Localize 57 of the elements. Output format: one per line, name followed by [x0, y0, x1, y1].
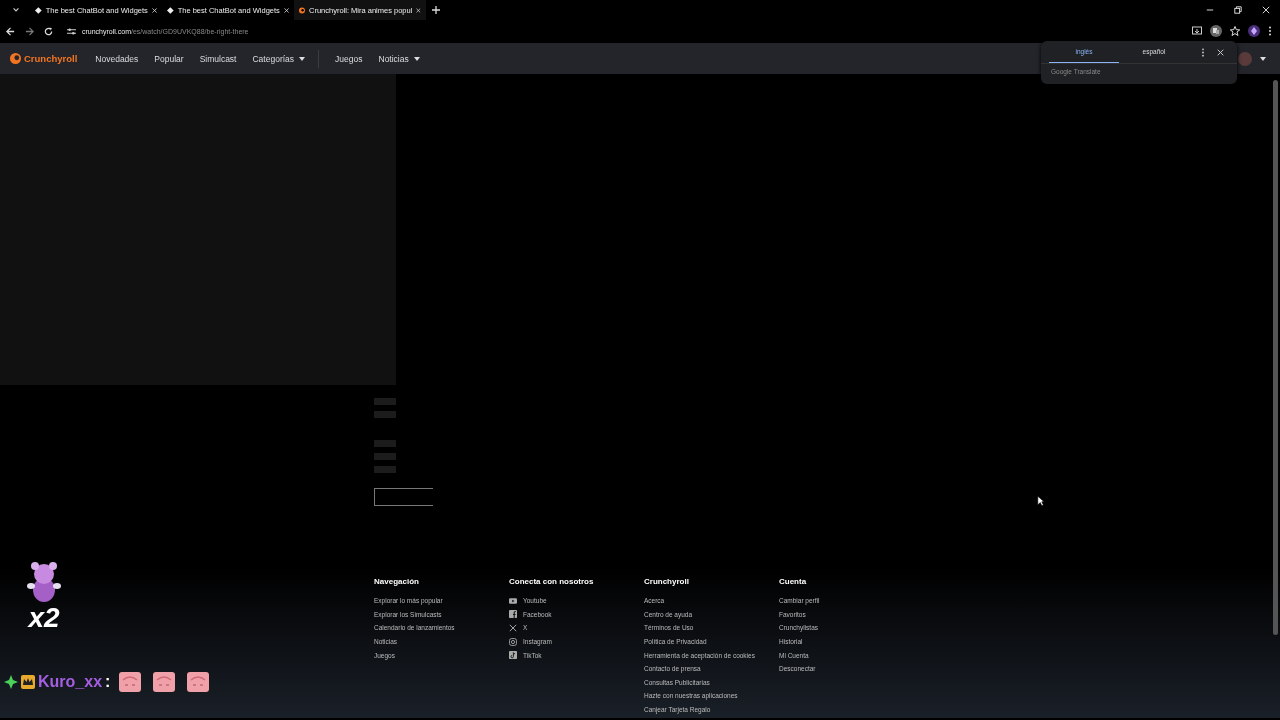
camera-icon	[509, 637, 517, 646]
close-icon[interactable]	[1262, 6, 1270, 14]
close-icon[interactable]	[416, 6, 421, 14]
sticker-drawing	[24, 560, 64, 604]
emote-icon	[187, 672, 210, 692]
diamond-icon	[35, 5, 42, 15]
minimize-icon[interactable]	[1206, 6, 1214, 14]
cursor-icon	[1037, 495, 1045, 507]
column-heading: Navegación	[374, 577, 420, 586]
loading-placeholder	[374, 488, 433, 506]
back-icon[interactable]	[6, 26, 15, 36]
chat-separator: :	[105, 673, 111, 691]
nav-link[interactable]: Noticias	[378, 53, 420, 64]
nav-link[interactable]: Popular	[154, 53, 184, 64]
nav-link[interactable]: Simulcast	[199, 53, 237, 64]
plus-icon[interactable]	[432, 6, 440, 14]
multiplier-text: x2	[28, 604, 60, 632]
note-icon	[509, 651, 517, 660]
close-icon[interactable]	[151, 6, 157, 14]
tune-icon[interactable]	[67, 26, 76, 36]
close-icon[interactable]	[1217, 48, 1224, 56]
loading-placeholder	[374, 466, 396, 473]
forward-icon[interactable]	[25, 26, 34, 36]
star-icon[interactable]	[1230, 26, 1240, 36]
logo-link[interactable]: Crunchyroll	[10, 53, 78, 64]
more-icon[interactable]	[1201, 47, 1205, 57]
loading-placeholder	[374, 398, 396, 405]
scrollbar[interactable]	[1273, 80, 1278, 635]
install-icon[interactable]	[1192, 26, 1202, 36]
reload-icon[interactable]	[44, 26, 53, 36]
logo-icon	[10, 53, 21, 64]
caret-icon[interactable]	[1260, 56, 1266, 61]
sparkle-icon	[4, 675, 18, 689]
profile-icon[interactable]	[1248, 25, 1260, 37]
letter-f-icon	[509, 610, 517, 619]
diamond-icon	[167, 5, 174, 15]
x-icon	[509, 624, 517, 632]
column-heading: Crunchyroll	[644, 577, 690, 586]
column-heading: Conecta con nosotros	[509, 577, 595, 586]
crown-icon	[21, 675, 35, 689]
emote-icon	[119, 672, 142, 692]
loading-placeholder	[374, 411, 396, 418]
more-icon[interactable]	[1268, 26, 1272, 36]
nav-link[interactable]: Novedades	[95, 53, 139, 64]
chat-username: Kuro_xx	[38, 673, 103, 691]
restore-icon[interactable]	[1234, 6, 1242, 14]
nav-link[interactable]: Juegos	[335, 53, 363, 64]
column-heading: Cuenta	[779, 577, 808, 586]
chevron-down-icon[interactable]	[12, 6, 20, 14]
logo-icon	[299, 5, 305, 15]
translate-icon[interactable]	[1210, 25, 1222, 37]
close-icon[interactable]	[283, 6, 289, 14]
emote-icon	[153, 672, 176, 692]
nav-link[interactable]: Categorías	[252, 53, 306, 64]
play-icon	[509, 596, 517, 605]
loading-placeholder	[374, 440, 396, 447]
loading-placeholder	[374, 453, 396, 460]
